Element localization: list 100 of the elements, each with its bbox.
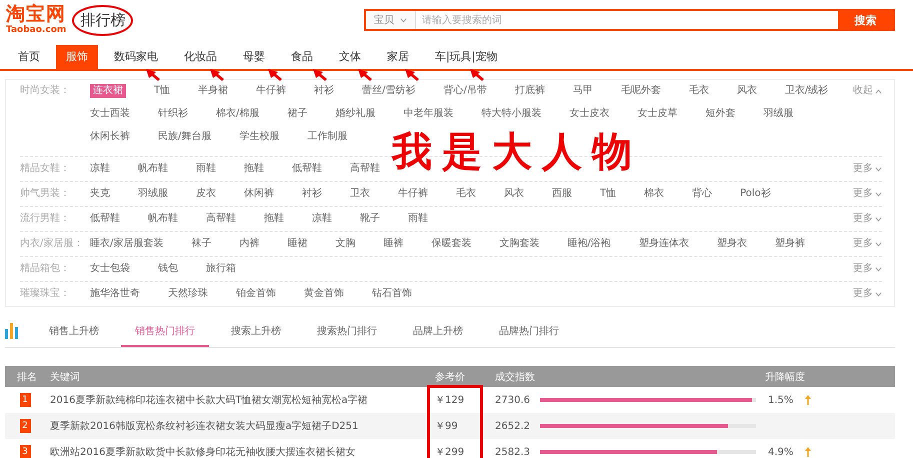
search-field[interactable]: 宝贝 请输入要搜索的词 搜索	[364, 9, 895, 31]
category-link[interactable]: 蕾丝/雪纺衫	[362, 84, 416, 98]
category-link[interactable]: 凉鞋	[90, 162, 110, 176]
category-link[interactable]: 塑身连体衣	[638, 237, 689, 251]
category-link[interactable]: 牛仔裤	[256, 84, 286, 98]
category-link[interactable]: 毛衣	[456, 187, 476, 201]
category-link[interactable]: 西服	[552, 187, 572, 201]
category-link[interactable]: 背心	[692, 187, 712, 201]
category-link[interactable]: 棉衣/棉服	[216, 107, 260, 121]
category-link[interactable]: 女士皮衣	[569, 107, 610, 121]
search-button[interactable]: 搜索	[838, 11, 893, 29]
category-link[interactable]: 凉鞋	[312, 212, 332, 226]
keyword-link[interactable]: 欧洲站2016夏季新款欧货中长款修身印花无袖收腰大摆连衣裙长裙女	[45, 445, 356, 458]
nav-tab[interactable]: 化妆品	[174, 45, 227, 69]
category-link[interactable]: 皮衣	[196, 187, 216, 201]
category-link[interactable]: 背心/吊带	[443, 84, 487, 98]
category-link[interactable]: 低帮鞋	[292, 162, 322, 176]
nav-tab[interactable]: 文体	[329, 45, 371, 69]
category-link[interactable]: 女士包袋	[90, 262, 130, 276]
category-link[interactable]: 睡裙	[287, 237, 308, 251]
category-link[interactable]: 天然珍珠	[168, 287, 208, 301]
category-link[interactable]: 低帮鞋	[90, 212, 120, 226]
category-link[interactable]: 棉衣	[644, 187, 664, 201]
category-link[interactable]: 高帮鞋	[206, 212, 236, 226]
category-link[interactable]: 帆布鞋	[138, 162, 168, 176]
nav-tab[interactable]: 车|玩具|宠物	[425, 45, 508, 69]
category-link[interactable]: 婚纱礼服	[335, 107, 376, 121]
category-link[interactable]: 高帮鞋	[350, 162, 380, 176]
category-link[interactable]: 民族/舞台服	[158, 130, 212, 144]
category-link[interactable]: 睡袍/浴袍	[567, 237, 611, 251]
category-link[interactable]: 铂金首饰	[236, 287, 276, 301]
category-link[interactable]: 睡裤	[383, 237, 404, 251]
category-link[interactable]: 钻石首饰	[372, 287, 412, 301]
category-link[interactable]: 针织衫	[158, 107, 188, 121]
ranking-tab[interactable]: 搜索热门排行	[303, 324, 391, 347]
ranking-tab[interactable]: 品牌上升榜	[399, 324, 477, 347]
category-link[interactable]: T恤	[600, 187, 616, 201]
category-link[interactable]: 帆布鞋	[148, 212, 178, 226]
category-link[interactable]: 女士西装	[90, 107, 130, 121]
category-link[interactable]: 塑身衣	[716, 237, 747, 251]
category-link[interactable]: Polo衫	[740, 187, 771, 201]
category-link[interactable]: 打底裤	[514, 84, 545, 98]
category-link[interactable]: 短外套	[705, 107, 736, 121]
category-link[interactable]: 学生校服	[239, 130, 280, 144]
nav-tab[interactable]: 数码家电	[104, 45, 168, 69]
category-link[interactable]: 风衣	[504, 187, 524, 201]
ranking-tab[interactable]: 销售热门排行	[121, 324, 209, 347]
category-link[interactable]: 毛衣	[688, 84, 709, 98]
category-link[interactable]: 内裤	[239, 237, 260, 251]
category-link[interactable]: 卫衣	[350, 187, 370, 201]
nav-tab[interactable]: 服饰	[56, 45, 98, 69]
logo-text[interactable]: 淘宝网	[6, 5, 66, 24]
category-link[interactable]: 雨鞋	[408, 212, 428, 226]
nav-tab[interactable]: 食品	[281, 45, 323, 69]
category-link[interactable]: 衬衫	[314, 84, 334, 98]
category-link[interactable]: 休闲长裤	[90, 130, 130, 144]
category-link[interactable]: 牛仔裤	[398, 187, 428, 201]
category-link[interactable]: 文胸套装	[499, 237, 540, 251]
category-link[interactable]: 工作制服	[307, 130, 348, 144]
category-link[interactable]: 施华洛世奇	[90, 287, 140, 301]
category-link[interactable]: 旅行箱	[206, 262, 236, 276]
ranking-tab[interactable]: 销售上升榜	[35, 324, 113, 347]
category-link[interactable]: 钱包	[158, 262, 178, 276]
nav-tab[interactable]: 母婴	[233, 45, 275, 69]
category-link[interactable]: 夹克	[90, 187, 110, 201]
ranking-tab[interactable]: 品牌热门排行	[485, 324, 573, 347]
scope-dropdown[interactable]: 宝贝	[366, 11, 416, 29]
column-header: 成交指数	[494, 370, 536, 384]
category-link[interactable]: 靴子	[360, 212, 380, 226]
category-link[interactable]: 毛呢外套	[620, 84, 661, 98]
category-link[interactable]: 连衣裙	[90, 84, 126, 98]
category-link[interactable]: 中老年服装	[403, 107, 454, 121]
ranking-tab[interactable]: 搜索上升榜	[217, 324, 295, 347]
category-link[interactable]: 拖鞋	[264, 212, 284, 226]
category-link[interactable]: 拖鞋	[244, 162, 264, 176]
category-link[interactable]: 风衣	[736, 84, 757, 98]
keyword-link[interactable]: 夏季新款2016韩版宽松条纹衬衫连衣裙女装大码显瘦a字短裙子D251	[45, 419, 358, 433]
collapse-link[interactable]: 收起	[853, 84, 882, 98]
category-link[interactable]: 裙子	[287, 107, 308, 121]
keyword-link[interactable]: 2016夏季新款纯棉印花连衣裙中长款大码T恤裙女潮宽松短袖宽松a字裙	[45, 393, 368, 407]
category-link[interactable]: 文胸	[335, 237, 356, 251]
category-link[interactable]: 马甲	[572, 84, 593, 98]
category-link[interactable]: 羽绒服	[138, 187, 168, 201]
nav-tab[interactable]: 首页	[8, 45, 50, 69]
category-link[interactable]: 衬衫	[302, 187, 322, 201]
category-link[interactable]: 女士皮草	[637, 107, 678, 121]
category-link[interactable]: 塑身裤	[774, 237, 805, 251]
category-link[interactable]: 特大特小服装	[481, 107, 542, 121]
chevron-down-icon	[875, 242, 882, 246]
category-link[interactable]: 雨鞋	[196, 162, 216, 176]
category-link[interactable]: 袜子	[191, 237, 212, 251]
category-link[interactable]: 保暖套装	[431, 237, 472, 251]
category-link[interactable]: 羽绒服	[763, 107, 794, 121]
category-link[interactable]: 半身裙	[198, 84, 228, 98]
category-link[interactable]: 休闲裤	[244, 187, 274, 201]
category-link[interactable]: T恤	[154, 84, 170, 98]
category-link[interactable]: 睡衣/家居服套装	[90, 237, 164, 251]
category-link[interactable]: 卫衣/绒衫	[784, 84, 828, 98]
nav-tab[interactable]: 家居	[377, 45, 419, 69]
category-link[interactable]: 黄金首饰	[304, 287, 344, 301]
